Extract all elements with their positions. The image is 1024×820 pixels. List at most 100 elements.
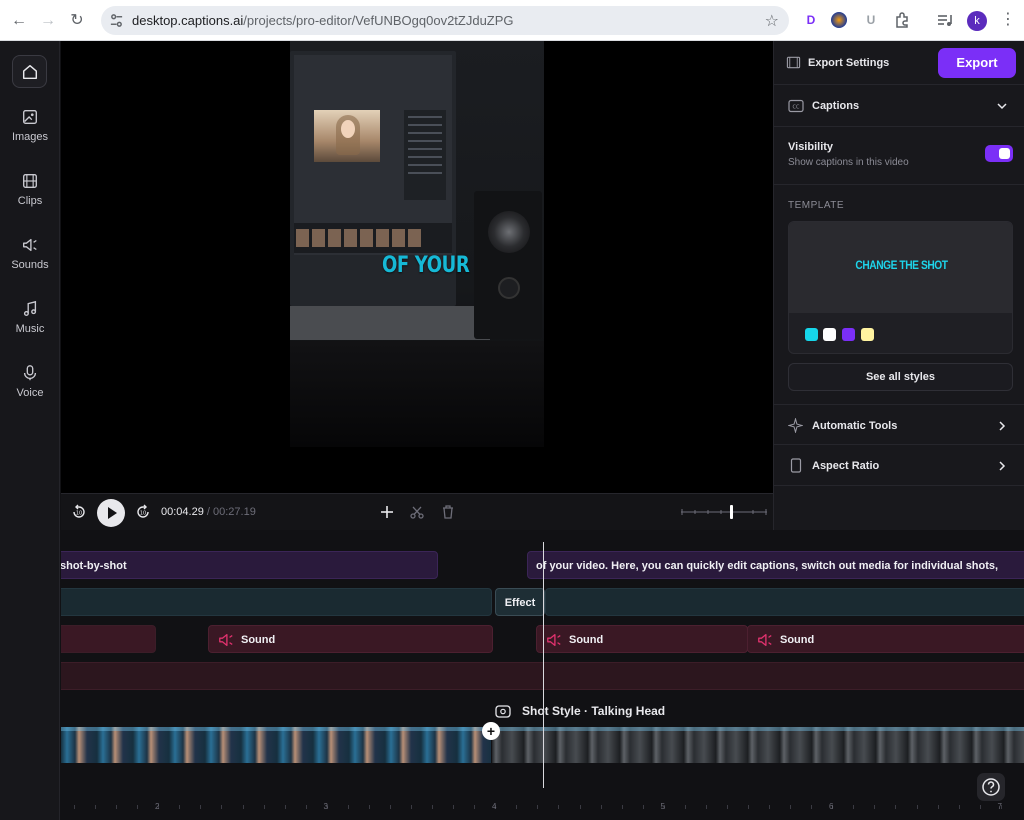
see-all-styles-button[interactable]: See all styles	[788, 363, 1013, 391]
address-bar[interactable]: desktop.captions.ai/projects/pro-editor/…	[101, 6, 789, 35]
sidebar-item-clips[interactable]: Clips	[0, 172, 60, 207]
url-text: desktop.captions.ai/projects/pro-editor/…	[132, 13, 514, 28]
add-shot-button[interactable]: +	[482, 722, 500, 740]
time-separator: /	[206, 506, 210, 518]
ruler-tick	[726, 805, 728, 809]
sidebar-item-label: Images	[11, 131, 49, 143]
timeline[interactable]: shot-by-shot of your video. Here, you ca…	[61, 530, 1024, 820]
bookmark-star-icon[interactable]: ☆	[765, 11, 779, 31]
profile-avatar[interactable]: k	[967, 11, 987, 31]
automatic-tools-title: Automatic Tools	[812, 420, 898, 432]
effect-clip[interactable]: Effect	[495, 588, 545, 616]
visibility-toggle[interactable]	[985, 145, 1013, 162]
ruler-label: 5	[660, 802, 665, 811]
zoom-slider-handle[interactable]	[730, 505, 733, 519]
help-button[interactable]	[977, 773, 1005, 801]
color-swatch-purple[interactable]	[842, 328, 855, 341]
video-thumbnail-strip[interactable]	[61, 727, 491, 763]
effect-track-clip[interactable]	[545, 588, 1024, 616]
back-arrow-icon[interactable]: ←	[9, 11, 29, 31]
skip-back-label: 10	[76, 511, 82, 517]
url-path: /projects/pro-editor/VefUNBOgq0ov2tZJduZ…	[243, 13, 514, 28]
forward-arrow-icon[interactable]: →	[38, 11, 58, 31]
media-controls-icon[interactable]	[936, 11, 954, 29]
question-icon	[982, 778, 1000, 796]
zoom-slider[interactable]	[681, 505, 767, 519]
sound-clip[interactable]: Sound	[208, 625, 493, 653]
ruler-tick	[916, 805, 918, 809]
caption-clip-text: of your video. Here, you can quickly edi…	[536, 560, 999, 572]
scissors-icon[interactable]	[408, 503, 426, 521]
sidebar-item-music[interactable]: Music	[0, 300, 60, 335]
color-swatch-white[interactable]	[823, 328, 836, 341]
video-frame[interactable]: OF YOUR	[290, 41, 544, 447]
color-swatch-yellow[interactable]	[861, 328, 874, 341]
ruler-label: 2	[155, 802, 160, 811]
playhead[interactable]	[543, 542, 544, 788]
extension-circle-icon[interactable]	[831, 12, 847, 28]
effect-track-clip[interactable]	[61, 588, 492, 616]
chevron-right-icon[interactable]	[998, 420, 1006, 432]
ruler-tick	[811, 805, 813, 809]
current-time: 00:04.29	[161, 506, 204, 518]
microphone-icon	[23, 365, 37, 381]
playback-controls: 10 10 00:04.29 / 00:27.19	[61, 493, 773, 530]
play-icon	[108, 507, 117, 519]
timeline-ruler: 2 3 4 5 6 7	[61, 792, 1024, 820]
sidebar-item-images[interactable]: Images	[0, 108, 60, 143]
captions-title: Captions	[812, 100, 860, 112]
home-button[interactable]	[12, 55, 47, 88]
automatic-tools-row[interactable]: Automatic Tools	[774, 404, 1024, 445]
chevron-right-icon[interactable]	[998, 460, 1006, 472]
sound-clip[interactable]	[61, 625, 156, 653]
ruler-tick	[284, 805, 286, 809]
site-settings-icon[interactable]	[109, 13, 124, 28]
captions-section-header[interactable]: CC Captions	[774, 85, 1024, 127]
aspect-ratio-icon	[790, 458, 802, 473]
extension-u-icon[interactable]: U	[862, 11, 880, 29]
film-frame-icon	[786, 56, 801, 69]
skip-forward-10-icon[interactable]: 10	[134, 503, 152, 521]
visibility-description: Show captions in this video	[788, 157, 909, 168]
sidebar-item-label: Voice	[16, 387, 44, 399]
video-thumbnail-strip[interactable]	[492, 727, 1024, 763]
chevron-down-icon[interactable]	[996, 101, 1008, 111]
reload-icon[interactable]: ↻	[67, 11, 87, 31]
sidebar-item-label: Clips	[17, 195, 43, 207]
shot-style-icon	[495, 705, 511, 718]
trash-icon[interactable]	[439, 503, 457, 521]
url-host: desktop.captions.ai	[132, 13, 244, 28]
browser-menu-icon[interactable]: ⋮	[998, 10, 1018, 30]
extensions-puzzle-icon[interactable]	[893, 11, 911, 29]
template-card[interactable]: CHANGE THE SHOT	[788, 221, 1013, 354]
ruler-tick	[874, 805, 876, 809]
sound-label: Sound	[569, 634, 604, 646]
color-swatch-cyan[interactable]	[805, 328, 818, 341]
sidebar-item-sounds[interactable]: Sounds	[0, 236, 60, 271]
sound-clip[interactable]: Sound	[536, 625, 748, 653]
caption-overlay-text[interactable]: OF YOUR	[382, 253, 470, 278]
skip-back-10-icon[interactable]: 10	[70, 503, 88, 521]
export-settings-title[interactable]: Export Settings	[808, 57, 889, 69]
add-icon[interactable]	[378, 503, 396, 521]
ruler-tick	[790, 805, 792, 809]
sidebar-item-voice[interactable]: Voice	[0, 364, 60, 399]
video-preview-area[interactable]: OF YOUR	[61, 41, 773, 493]
speaker-icon	[219, 634, 233, 647]
play-button[interactable]	[97, 499, 125, 527]
svg-text:CC: CC	[793, 105, 800, 111]
timecode: 00:04.29 / 00:27.19	[161, 506, 256, 518]
sound-clip[interactable]: Sound	[747, 625, 1024, 653]
caption-clip[interactable]: shot-by-shot	[61, 551, 438, 579]
aspect-ratio-row[interactable]: Aspect Ratio	[774, 445, 1024, 486]
export-button[interactable]: Export	[938, 48, 1016, 78]
caption-clip[interactable]: of your video. Here, you can quickly edi…	[527, 551, 1024, 579]
speaker-image	[474, 191, 542, 339]
ruler-tick	[579, 805, 581, 809]
ruler-tick	[74, 805, 75, 809]
total-time: 00:27.19	[213, 506, 256, 518]
ruler-tick	[95, 805, 97, 809]
ruler-tick	[368, 805, 370, 809]
extension-d-icon[interactable]: D	[802, 11, 820, 29]
template-heading: TEMPLATE	[788, 200, 845, 211]
